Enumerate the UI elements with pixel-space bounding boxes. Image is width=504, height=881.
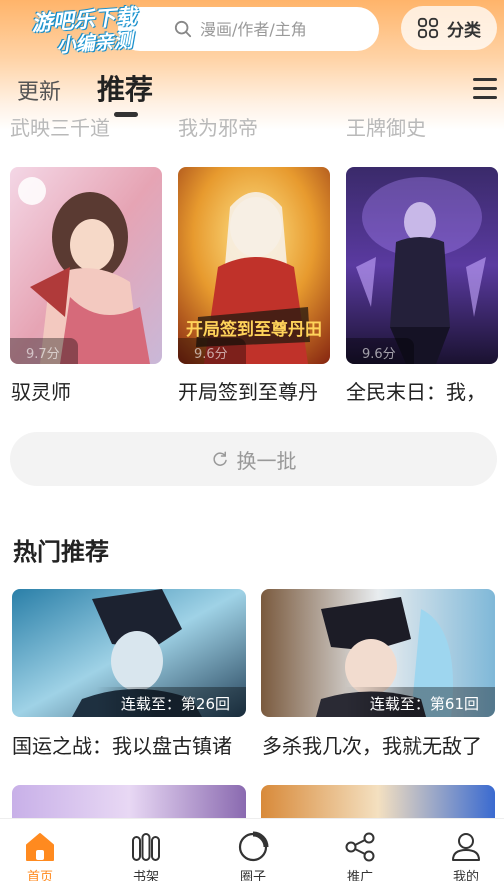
bookshelf-icon	[132, 833, 160, 861]
hot-comic-cover[interactable]: 连载至：第26回	[12, 589, 246, 717]
comic-title[interactable]: 驭灵师	[11, 376, 166, 405]
chapter-badge: 连载至：第26回	[96, 687, 246, 717]
circle-icon	[238, 831, 269, 862]
active-tab-indicator	[114, 112, 138, 117]
comic-title[interactable]: 全民末日：我，	[346, 376, 501, 405]
cover-image	[10, 167, 162, 364]
top-tabs: 更新 推荐	[0, 66, 504, 118]
hot-comic-cover[interactable]: 连载至：第61回	[261, 589, 495, 717]
comic-cover[interactable]: 9.6分	[346, 167, 498, 364]
share-icon	[345, 832, 375, 862]
refresh-label: 换一批	[236, 448, 297, 473]
refresh-icon	[212, 451, 227, 466]
tab-recommend[interactable]: 推荐	[97, 68, 153, 108]
nav-label: 圈子	[239, 870, 266, 881]
watermark-logo: 游吧乐下载 小编亲测	[8, 3, 161, 65]
comic-cover[interactable]: 开局签到至尊丹田 9.6分	[178, 167, 330, 364]
previous-row-title[interactable]: 我为邪帝	[178, 112, 258, 138]
previous-row-title[interactable]: 武映三千道	[10, 112, 110, 138]
hot-comic-title[interactable]: 国运之战：我以盘古镇诸	[12, 730, 252, 759]
cover-title-art: 开局签到至尊丹田	[186, 319, 322, 340]
user-icon	[452, 833, 480, 861]
nav-circle[interactable]: 圈子	[203, 819, 303, 881]
score-badge: 9.7分	[10, 338, 78, 364]
nav-mine[interactable]: 我的	[416, 819, 504, 881]
category-label: 分类	[447, 20, 481, 41]
comic-cover[interactable]: 9.7分	[10, 167, 162, 364]
category-button[interactable]: 分类	[401, 6, 497, 50]
nav-bookshelf[interactable]: 书架	[96, 819, 196, 881]
menu-icon[interactable]	[473, 78, 497, 100]
tab-update[interactable]: 更新	[17, 74, 61, 106]
hot-comic-title[interactable]: 多杀我几次，我就无敌了	[262, 730, 502, 759]
cover-image: 开局签到至尊丹田	[178, 167, 330, 364]
score-badge: 9.6分	[346, 338, 414, 364]
comic-title[interactable]: 开局签到至尊丹	[178, 376, 333, 405]
search-icon	[174, 20, 192, 38]
nav-home[interactable]: 首页	[0, 819, 90, 881]
nav-label: 推广	[346, 870, 373, 881]
search-input[interactable]	[200, 19, 370, 39]
score-badge: 9.6分	[178, 338, 246, 364]
refresh-batch-button[interactable]: 换一批	[10, 432, 497, 486]
home-icon	[26, 833, 54, 861]
nav-label: 我的	[452, 870, 479, 881]
chapter-badge: 连载至：第61回	[345, 687, 495, 717]
cover-image	[346, 167, 498, 364]
nav-promote[interactable]: 推广	[310, 819, 410, 881]
bottom-navigation: 首页 书架 圈子 推广 我的	[0, 818, 504, 881]
grid-icon	[417, 17, 439, 39]
nav-label: 首页	[26, 870, 53, 881]
section-title-hot: 热门推荐	[13, 538, 109, 566]
nav-label: 书架	[132, 870, 159, 881]
header: 游吧乐下载 小编亲测 分类	[0, 0, 504, 60]
previous-row-title[interactable]: 王牌御史	[346, 112, 426, 138]
